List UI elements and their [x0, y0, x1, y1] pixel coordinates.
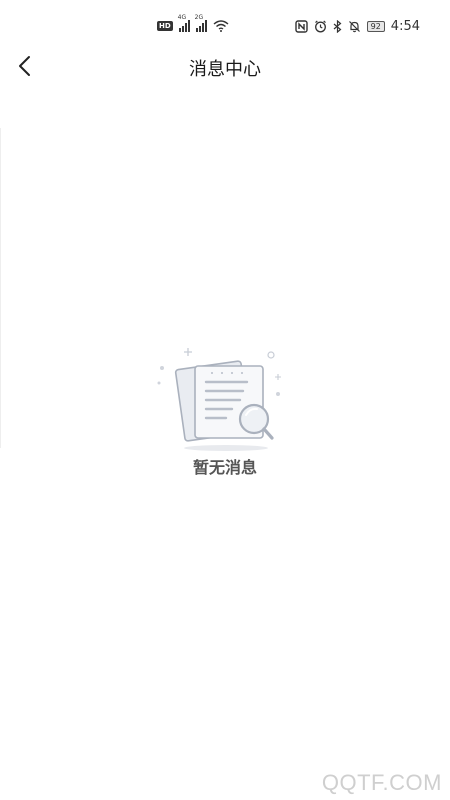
battery-indicator: 92: [366, 20, 385, 32]
signal-icon: 4G: [178, 14, 190, 32]
nfc-icon: [294, 19, 308, 33]
signal-gen-label: 2G: [194, 14, 204, 21]
edge-divider: [0, 128, 1, 448]
empty-state-text: 暂无消息: [192, 458, 257, 477]
status-time: 4:54: [390, 18, 420, 34]
alarm-icon: [314, 20, 326, 32]
status-bar: HD 4G 2G 92 4:54: [0, 0, 450, 52]
hd-badge: HD: [157, 21, 173, 31]
signal-icon: 2G: [195, 14, 207, 32]
page-title: 消息中心: [189, 59, 261, 80]
status-left-group: HD 4G 2G: [157, 14, 229, 34]
wifi-icon: [213, 20, 229, 32]
document-search-icon: [150, 338, 290, 453]
mute-bell-icon: [348, 20, 360, 32]
nav-bar: 消息中心: [0, 52, 450, 82]
status-right-group: 92 4:54: [294, 18, 420, 34]
bluetooth-icon: [333, 19, 342, 33]
watermark: QQTF.COM: [321, 770, 442, 795]
signal-gen-label: 4G: [177, 14, 187, 21]
